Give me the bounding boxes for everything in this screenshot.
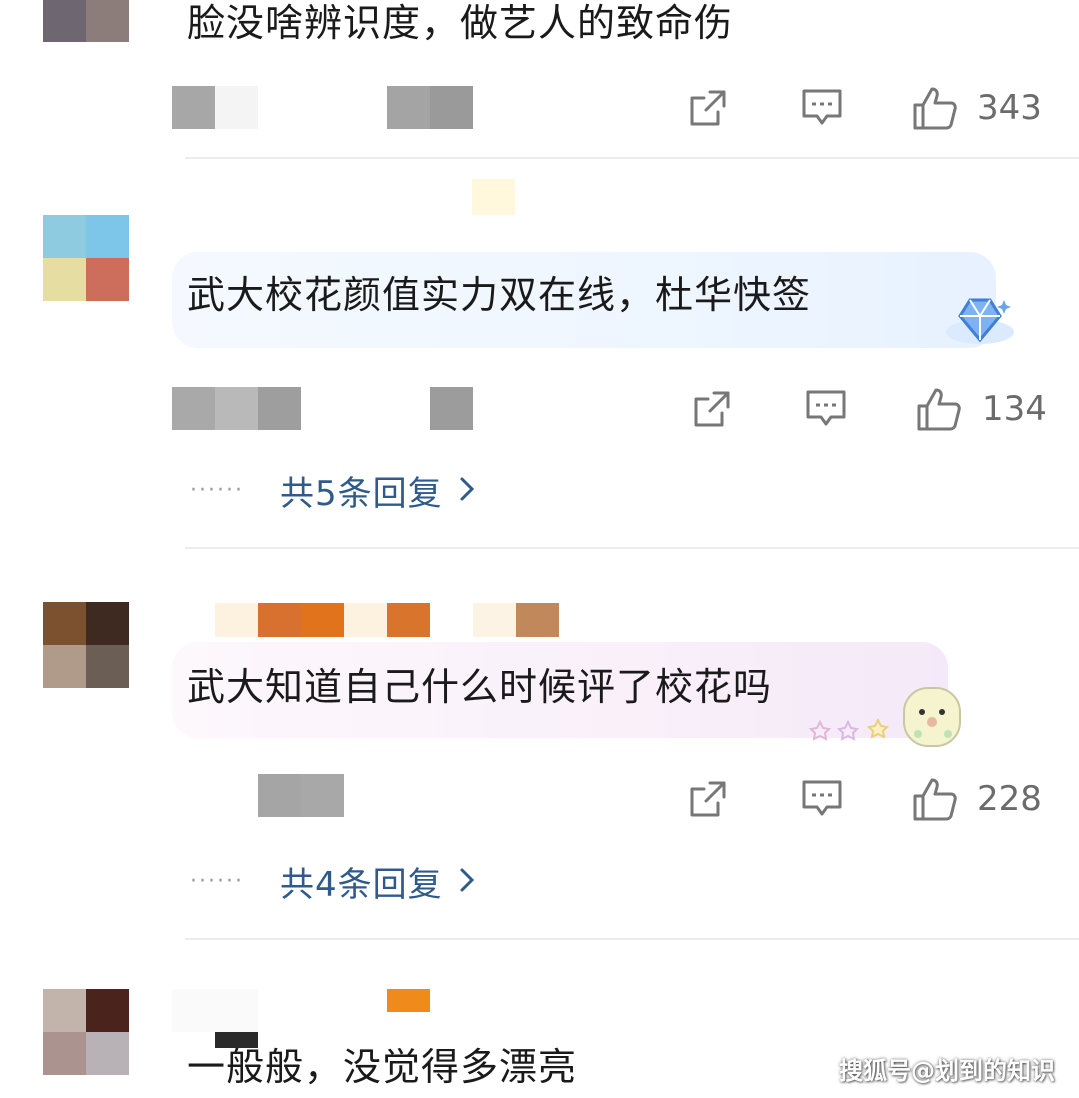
like-count: 134 — [982, 389, 1047, 429]
diamond-badge-icon — [940, 292, 1016, 354]
view-replies-link[interactable]: ······ 共4条回复 — [190, 857, 475, 906]
username-blurred — [472, 179, 515, 215]
avatar[interactable] — [43, 215, 129, 301]
view-replies-link[interactable]: ······ 共5条回复 — [190, 466, 475, 515]
share-button[interactable] — [686, 777, 730, 821]
timestamp-blurred — [387, 86, 473, 129]
replies-count: 共5条回复 — [280, 474, 443, 514]
comment-text: 武大知道自己什么时候评了校花吗 — [187, 665, 773, 709]
thumbs-up-icon — [913, 778, 957, 821]
comment-text: 一般般，没觉得多漂亮 — [187, 1045, 578, 1089]
share-icon — [690, 90, 726, 126]
badge-blurred — [387, 989, 430, 1012]
divider — [185, 157, 1079, 159]
comment-text: 脸没啥辨识度，做艺人的致命伤 — [187, 1, 734, 45]
bear-sticker-icon — [808, 686, 964, 752]
divider — [185, 938, 1079, 940]
watermark: 搜狐号@划到的知识 — [839, 1057, 1055, 1085]
share-button[interactable] — [690, 387, 734, 431]
comment-button[interactable] — [800, 777, 844, 821]
chevron-right-icon — [459, 476, 475, 506]
avatar[interactable] — [43, 0, 129, 42]
like-button[interactable] — [915, 385, 963, 433]
dots: ······ — [190, 869, 244, 894]
comment-icon — [802, 780, 842, 816]
comment-button[interactable] — [800, 86, 844, 130]
share-icon — [690, 781, 726, 817]
divider — [185, 547, 1079, 549]
avatar[interactable] — [43, 989, 129, 1075]
username-blurred — [215, 603, 559, 637]
thumbs-up-icon — [913, 87, 957, 130]
username-blurred — [172, 387, 301, 430]
share-icon — [694, 391, 730, 427]
like-button[interactable] — [911, 775, 959, 823]
like-count: 228 — [977, 779, 1042, 819]
thumbs-up-icon — [917, 388, 961, 431]
share-button[interactable] — [686, 86, 730, 130]
comment-icon — [802, 89, 842, 125]
timestamp-blurred — [430, 387, 473, 430]
comment-text: 武大校花颜值实力双在线，杜华快签 — [187, 273, 812, 317]
dots: ······ — [190, 478, 244, 503]
username-blurred — [172, 86, 258, 129]
like-button[interactable] — [911, 84, 959, 132]
replies-count: 共4条回复 — [280, 865, 443, 905]
username-blurred — [172, 989, 258, 1032]
avatar[interactable] — [43, 602, 129, 688]
chevron-right-icon — [459, 867, 475, 897]
comment-icon — [806, 390, 846, 426]
like-count: 343 — [977, 88, 1042, 128]
comment-button[interactable] — [804, 387, 848, 431]
username-blurred — [258, 774, 344, 817]
